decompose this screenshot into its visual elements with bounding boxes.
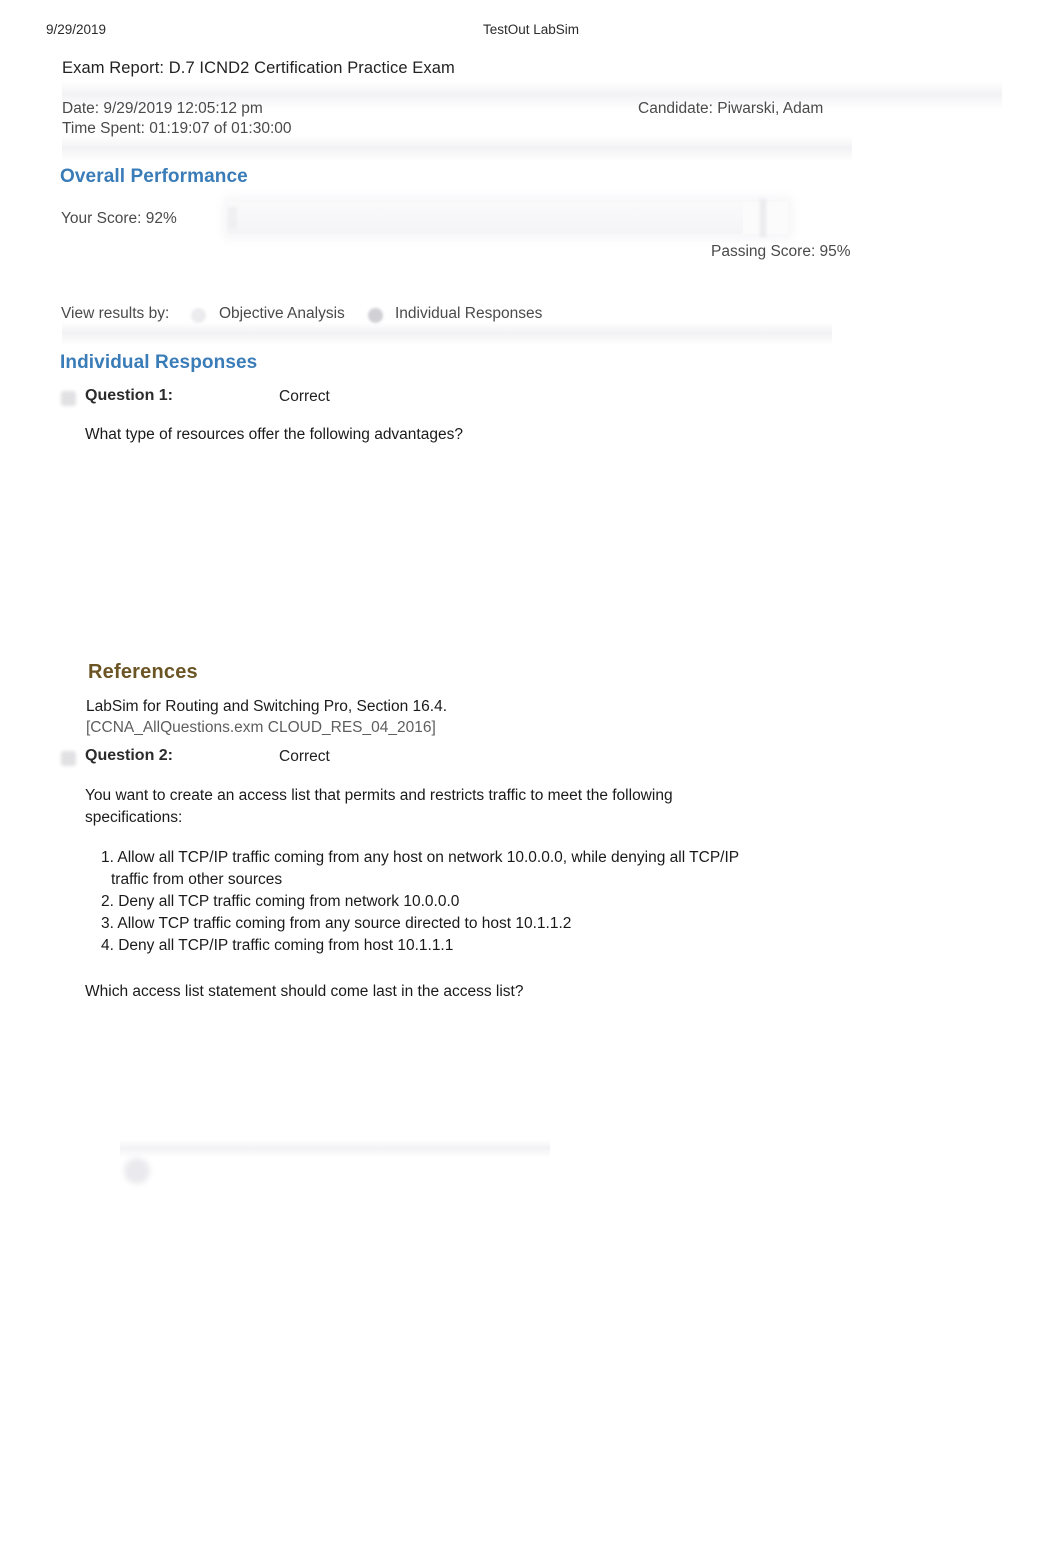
correct-check-icon xyxy=(61,751,76,766)
question-2-result: Correct xyxy=(279,748,330,765)
report-meta: Date: 9/29/2019 12:05:12 pm Time Spent: … xyxy=(62,99,292,139)
correct-check-icon xyxy=(61,391,76,406)
references-heading: References xyxy=(88,661,198,683)
print-header-app-name: TestOut LabSim xyxy=(482,22,580,37)
passing-score-marker xyxy=(760,199,766,237)
scan-wash-band-4 xyxy=(120,1140,550,1158)
radio-objective-analysis[interactable] xyxy=(191,308,206,323)
score-bar-start-cap xyxy=(228,207,237,229)
references-body: LabSim for Routing and Switching Pro, Se… xyxy=(86,696,447,738)
your-score-label: Your Score: 92% xyxy=(61,210,177,227)
exam-report-page: 9/29/2019 TestOut LabSim Exam Report: D.… xyxy=(0,0,1062,1556)
score-bar xyxy=(228,199,844,237)
label-individual-responses[interactable]: Individual Responses xyxy=(395,305,542,323)
question-1-result: Correct xyxy=(279,388,330,405)
question-2-prompt: You want to create an access list that p… xyxy=(85,787,673,826)
specification-item: 4. Deny all TCP/IP traffic coming from h… xyxy=(101,937,454,954)
label-objective-analysis[interactable]: Objective Analysis xyxy=(219,305,345,323)
specification-item: 3. Allow TCP traffic coming from any sou… xyxy=(101,915,572,932)
view-results-by-label: View results by: xyxy=(61,305,170,322)
overall-performance-heading: Overall Performance xyxy=(60,166,248,187)
specification-item: 1. Allow all TCP/IP traffic coming from … xyxy=(101,849,739,888)
report-date: Date: 9/29/2019 12:05:12 pm xyxy=(62,100,263,117)
report-time-spent: Time Spent: 01:19:07 of 01:30:00 xyxy=(62,120,292,137)
question-1-prompt: What type of resources offer the followi… xyxy=(85,426,463,443)
passing-score-label: Passing Score: 95% xyxy=(711,243,851,260)
specification-item: 2. Deny all TCP traffic coming from netw… xyxy=(101,893,460,910)
scan-wash-band-3 xyxy=(62,322,832,346)
question-1-label: Question 1: xyxy=(85,387,174,404)
reference-source: LabSim for Routing and Switching Pro, Se… xyxy=(86,698,448,715)
print-header: 9/29/2019 TestOut LabSim xyxy=(0,22,1062,44)
reference-citation: [CCNA_AllQuestions.exm CLOUD_RES_04_2016… xyxy=(86,719,436,736)
question-2-label: Question 2: xyxy=(85,747,174,764)
question-2-trailing-prompt: Which access list statement should come … xyxy=(85,983,524,1000)
question-2-specification-list: 1. Allow all TCP/IP traffic coming from … xyxy=(85,847,745,957)
page-title: Exam Report: D.7 ICND2 Certification Pra… xyxy=(62,59,455,77)
radio-individual-responses[interactable] xyxy=(368,308,383,323)
score-bar-fill xyxy=(228,202,744,234)
individual-responses-heading: Individual Responses xyxy=(60,352,258,373)
question-2-body: You want to create an access list that p… xyxy=(85,785,745,1003)
scan-smudge-mark xyxy=(124,1158,150,1184)
scan-wash-band-2 xyxy=(62,136,852,162)
print-header-date: 9/29/2019 xyxy=(46,22,107,37)
report-candidate: Candidate: Piwarski, Adam xyxy=(638,100,824,117)
